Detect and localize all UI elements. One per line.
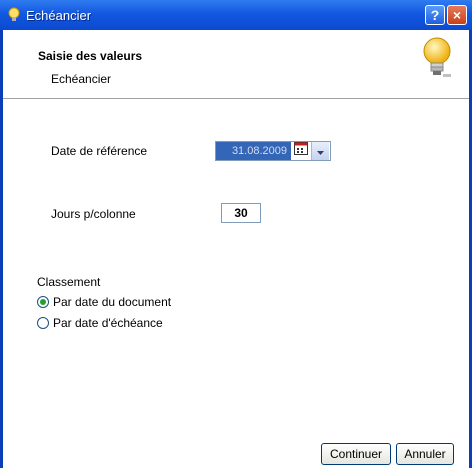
radio-button[interactable] xyxy=(37,296,49,308)
help-icon: ? xyxy=(430,7,440,23)
radio-selected-dot xyxy=(40,299,46,305)
header-subtitle: Echéancier xyxy=(51,72,112,86)
radio-button[interactable] xyxy=(37,317,49,329)
radio-option-document[interactable]: Par date du document xyxy=(37,295,171,309)
jours-label: Jours p/colonne xyxy=(51,207,136,221)
close-icon: × xyxy=(452,7,462,23)
help-button[interactable]: ? xyxy=(425,5,445,25)
close-button[interactable]: × xyxy=(447,5,467,25)
radio-option-echeance[interactable]: Par date d'échéance xyxy=(37,316,163,330)
lightbulb-icon xyxy=(6,6,22,24)
date-field[interactable]: 31.08.2009 xyxy=(216,142,291,160)
window-title: Echéancier xyxy=(26,7,92,23)
header-title: Saisie des valeurs xyxy=(38,49,143,63)
classement-label: Classement xyxy=(37,275,101,289)
jours-input[interactable]: 30 xyxy=(221,203,261,223)
dialog-body: Date de référence 31.08.2009 Jours p/col… xyxy=(3,99,469,468)
date-dropdown-button[interactable] xyxy=(311,142,329,160)
radio-label: Par date d'échéance xyxy=(53,316,163,330)
calendar-button[interactable] xyxy=(291,142,311,160)
date-picker[interactable]: 31.08.2009 xyxy=(215,141,331,161)
lightbulb-icon xyxy=(421,36,453,85)
dialog-window: Echéancier ? × Saisie des valeurs Echéan… xyxy=(0,0,472,468)
cancel-button[interactable]: Annuler xyxy=(396,443,454,465)
title-bar[interactable]: Echéancier ? × xyxy=(0,0,472,30)
chevron-down-icon xyxy=(317,142,324,160)
radio-label: Par date du document xyxy=(53,295,172,309)
date-label: Date de référence xyxy=(51,144,148,158)
calendar-icon xyxy=(294,142,308,160)
wizard-header: Saisie des valeurs Echéancier xyxy=(3,30,469,99)
continue-button[interactable]: Continuer xyxy=(321,443,391,465)
